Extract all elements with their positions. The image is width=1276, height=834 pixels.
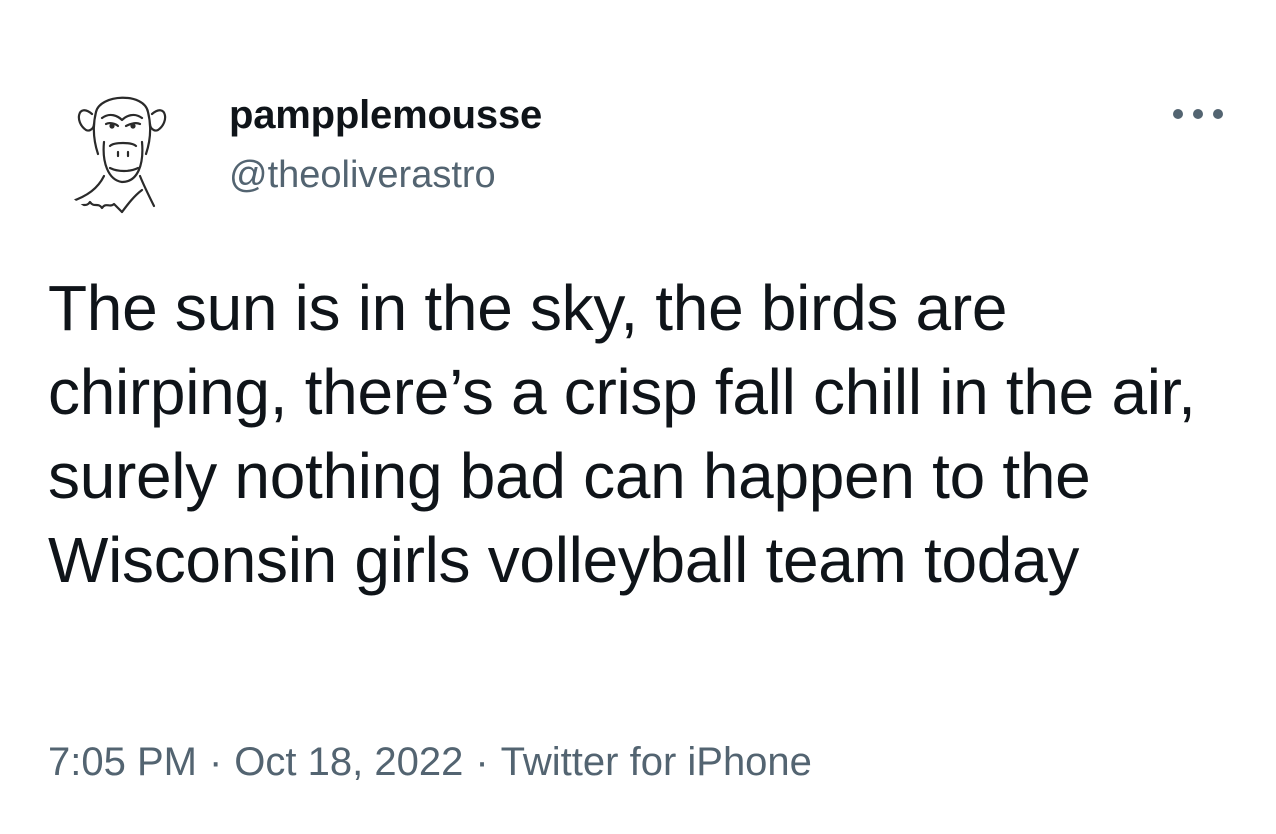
more-horizontal-icon: [1173, 109, 1223, 119]
ape-sketch-avatar-icon: [68, 96, 167, 214]
meta-separator: ·: [208, 740, 223, 784]
meta-separator: ·: [475, 740, 489, 784]
tweet-metadata: 7:05 PM · Oct 18, 2022 · Twitter for iPhone: [48, 740, 812, 785]
tweet-source[interactable]: Twitter for iPhone: [501, 740, 812, 784]
display-name[interactable]: pampplemousse: [229, 93, 542, 138]
tweet-time[interactable]: 7:05 PM: [48, 740, 197, 784]
tweet-card: pampplemousse @theoliverastro The sun is…: [0, 0, 1276, 834]
more-options-button[interactable]: [1168, 92, 1228, 136]
avatar[interactable]: [48, 72, 192, 216]
user-handle[interactable]: @theoliverastro: [229, 154, 496, 197]
tweet-text: The sun is in the sky, the birds are chi…: [48, 272, 1196, 596]
tweet-date[interactable]: Oct 18, 2022: [234, 740, 463, 784]
